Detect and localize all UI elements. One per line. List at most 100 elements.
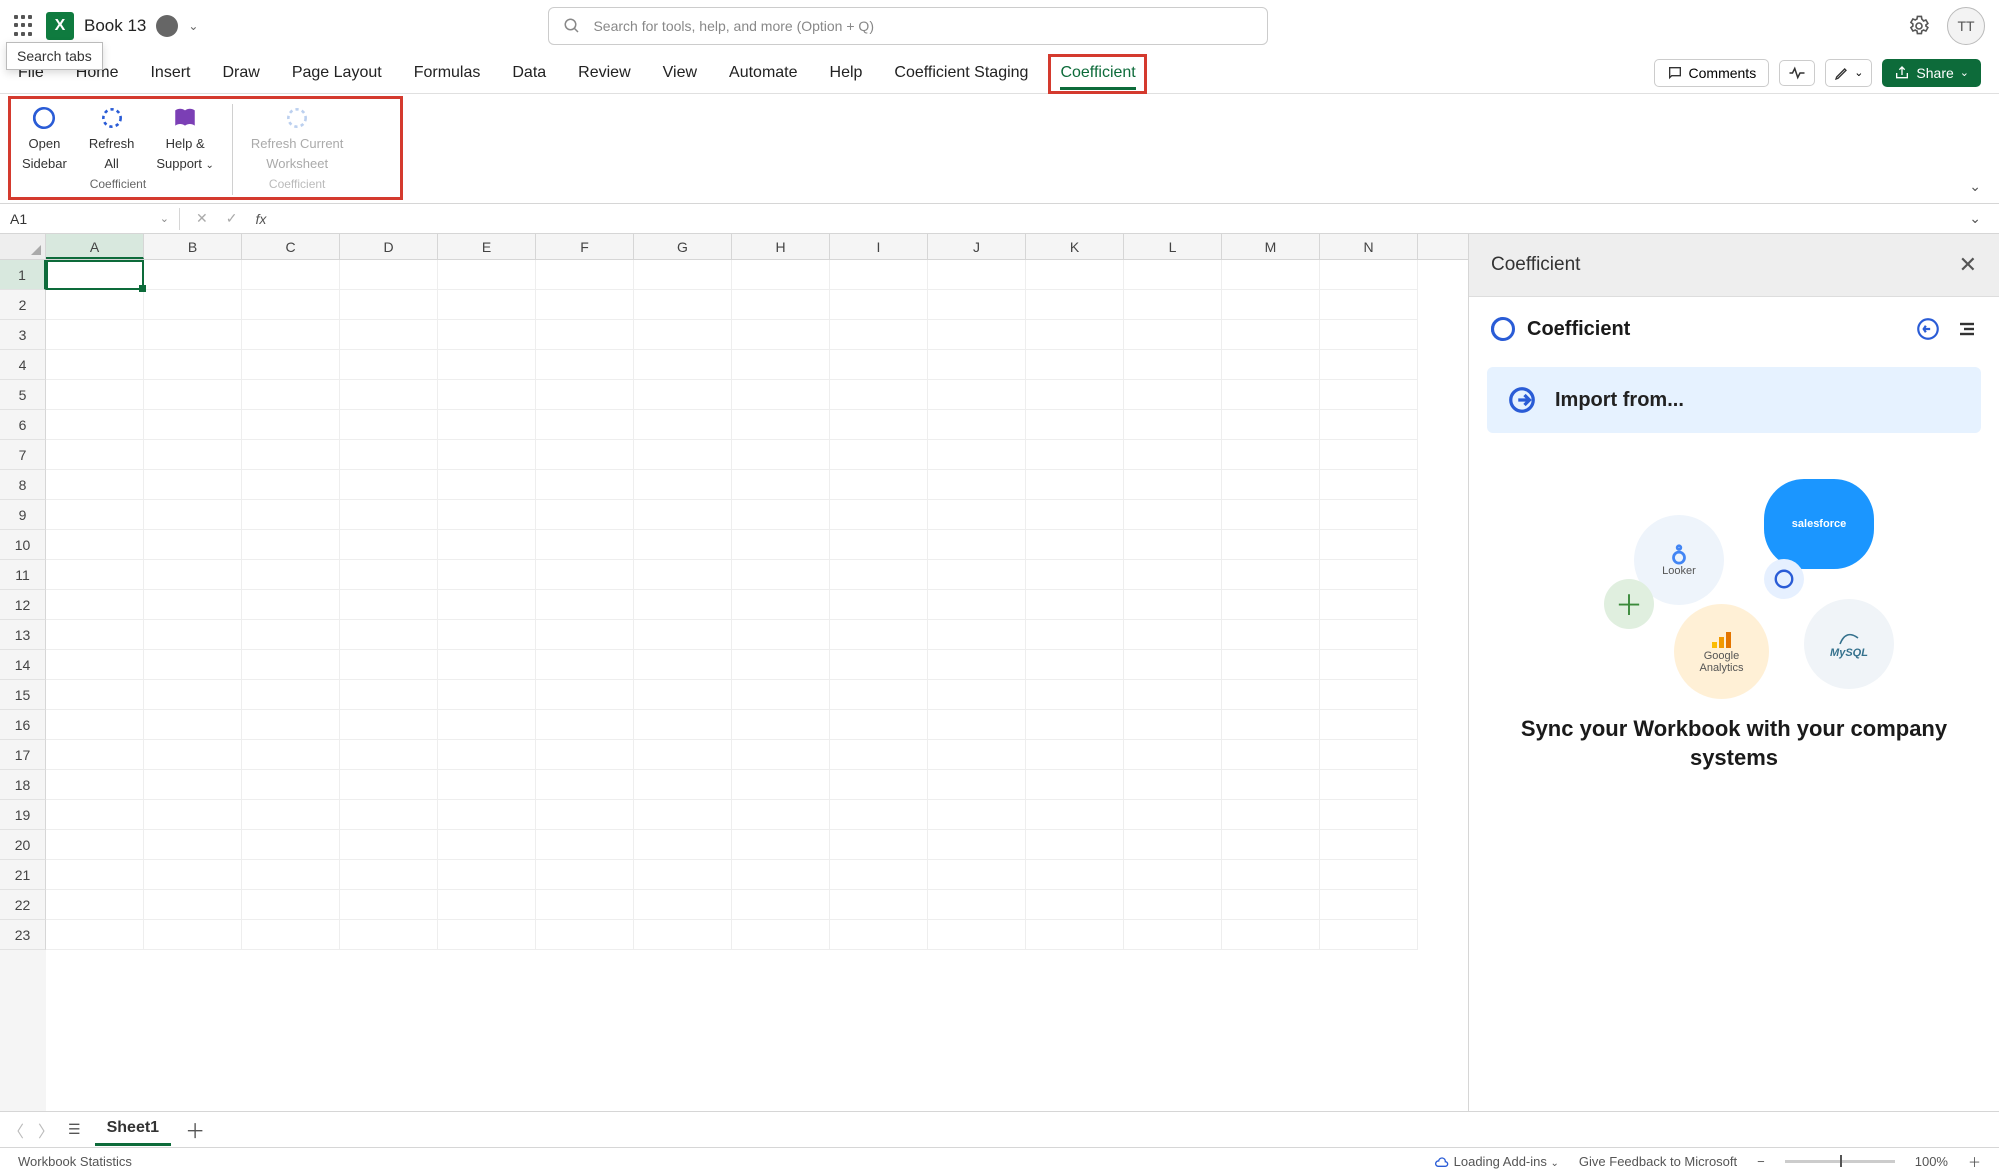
cell[interactable]	[242, 710, 340, 740]
col-header-J[interactable]: J	[928, 234, 1026, 259]
cell[interactable]	[830, 440, 928, 470]
cell[interactable]	[634, 560, 732, 590]
cell[interactable]	[438, 800, 536, 830]
cell[interactable]	[340, 350, 438, 380]
cell[interactable]	[1320, 560, 1418, 590]
cell[interactable]	[242, 560, 340, 590]
cell[interactable]	[1026, 680, 1124, 710]
cell[interactable]	[928, 860, 1026, 890]
cell[interactable]	[340, 380, 438, 410]
expand-formula-chevron-icon[interactable]: ⌄	[1969, 210, 1981, 227]
cell[interactable]	[1026, 830, 1124, 860]
cell[interactable]	[1320, 380, 1418, 410]
cell[interactable]	[46, 380, 144, 410]
row-header-7[interactable]: 7	[0, 440, 46, 470]
cell[interactable]	[1026, 470, 1124, 500]
cell[interactable]	[144, 680, 242, 710]
sheet-tab-sheet1[interactable]: Sheet1	[95, 1113, 171, 1146]
cell[interactable]	[242, 650, 340, 680]
cell[interactable]	[1320, 530, 1418, 560]
cell[interactable]	[1320, 470, 1418, 500]
cell[interactable]	[1320, 890, 1418, 920]
cell[interactable]	[1124, 920, 1222, 950]
cell[interactable]	[1222, 830, 1320, 860]
cell[interactable]	[928, 680, 1026, 710]
row-header-15[interactable]: 15	[0, 680, 46, 710]
cell[interactable]	[634, 620, 732, 650]
cell[interactable]	[1222, 410, 1320, 440]
cell[interactable]	[242, 860, 340, 890]
menu-icon[interactable]	[1955, 317, 1979, 341]
cell[interactable]	[144, 740, 242, 770]
row-header-3[interactable]: 3	[0, 320, 46, 350]
cell[interactable]	[830, 350, 928, 380]
import-from-button[interactable]: Import from...	[1487, 367, 1981, 433]
cell[interactable]	[144, 830, 242, 860]
cell[interactable]	[144, 620, 242, 650]
cell[interactable]	[340, 800, 438, 830]
col-header-F[interactable]: F	[536, 234, 634, 259]
cell[interactable]	[1320, 830, 1418, 860]
zoom-out-icon[interactable]: −	[1757, 1154, 1765, 1169]
cell[interactable]	[536, 800, 634, 830]
cell[interactable]	[438, 740, 536, 770]
cell[interactable]	[928, 890, 1026, 920]
cell[interactable]	[1026, 500, 1124, 530]
col-header-K[interactable]: K	[1026, 234, 1124, 259]
cell[interactable]	[1320, 620, 1418, 650]
cell[interactable]	[634, 500, 732, 530]
title-menu-chevron-icon[interactable]: ⌄	[188, 19, 198, 33]
cell[interactable]	[1124, 740, 1222, 770]
tab-data[interactable]: Data	[512, 58, 546, 88]
row-header-23[interactable]: 23	[0, 920, 46, 950]
row-header-6[interactable]: 6	[0, 410, 46, 440]
cell[interactable]	[438, 890, 536, 920]
cell[interactable]	[144, 260, 242, 290]
cell[interactable]	[1320, 590, 1418, 620]
cell[interactable]	[928, 530, 1026, 560]
cell[interactable]	[536, 620, 634, 650]
cell[interactable]	[732, 470, 830, 500]
tab-view[interactable]: View	[663, 58, 697, 88]
col-header-C[interactable]: C	[242, 234, 340, 259]
row-header-11[interactable]: 11	[0, 560, 46, 590]
cell[interactable]	[1124, 770, 1222, 800]
cell[interactable]	[242, 380, 340, 410]
cell[interactable]	[830, 590, 928, 620]
cell[interactable]	[1320, 350, 1418, 380]
cell[interactable]	[438, 680, 536, 710]
cell[interactable]	[438, 290, 536, 320]
cell[interactable]	[1222, 320, 1320, 350]
cell[interactable]	[46, 800, 144, 830]
cell[interactable]	[830, 920, 928, 950]
cell[interactable]	[536, 410, 634, 440]
cell[interactable]	[340, 470, 438, 500]
cell[interactable]	[340, 740, 438, 770]
cell[interactable]	[144, 800, 242, 830]
cell[interactable]	[1222, 890, 1320, 920]
cell[interactable]	[1124, 620, 1222, 650]
feedback-link[interactable]: Give Feedback to Microsoft	[1579, 1154, 1737, 1169]
cell[interactable]	[1222, 680, 1320, 710]
cell[interactable]	[46, 440, 144, 470]
cell[interactable]	[438, 500, 536, 530]
search-input[interactable]: Search for tools, help, and more (Option…	[548, 7, 1268, 45]
close-panel-icon[interactable]: ✕	[1959, 252, 1977, 278]
col-header-A[interactable]: A	[46, 234, 144, 259]
cell[interactable]	[536, 560, 634, 590]
cell[interactable]	[340, 560, 438, 590]
fx-icon[interactable]: fx	[255, 211, 266, 227]
cell[interactable]	[46, 590, 144, 620]
cell[interactable]	[1026, 380, 1124, 410]
cell[interactable]	[928, 290, 1026, 320]
cell[interactable]	[46, 410, 144, 440]
cell[interactable]	[144, 350, 242, 380]
cell[interactable]	[46, 560, 144, 590]
tab-review[interactable]: Review	[578, 58, 630, 88]
cell[interactable]	[536, 320, 634, 350]
cell[interactable]	[144, 500, 242, 530]
cell[interactable]	[830, 860, 928, 890]
enter-formula-icon[interactable]: ✓	[226, 210, 238, 227]
cell[interactable]	[1124, 290, 1222, 320]
cell[interactable]	[1222, 260, 1320, 290]
